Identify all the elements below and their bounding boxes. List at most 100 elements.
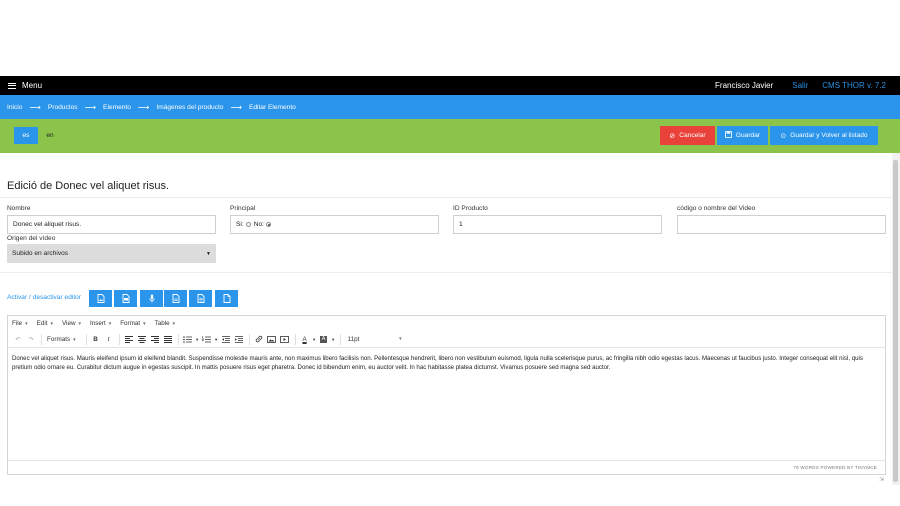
origen-select[interactable]: Subido en archivos ▼ xyxy=(7,244,216,263)
toolbar-divider xyxy=(177,333,179,345)
breadcrumb-productos[interactable]: Productos xyxy=(48,104,78,111)
page-title: Edició de Donec vel aliquet risus. xyxy=(7,180,170,192)
caret-down-icon: ▼ xyxy=(206,250,211,257)
video-code-input[interactable] xyxy=(677,215,886,234)
align-right-icon[interactable] xyxy=(149,333,161,345)
language-tab-en[interactable]: en xyxy=(42,127,58,144)
toolbar-divider xyxy=(118,333,120,345)
numbered-list-dropdown-icon[interactable]: ▼ xyxy=(214,333,219,345)
breadcrumb-imagenes[interactable]: Imágenes del producto xyxy=(156,104,223,111)
save-and-back-button[interactable]: ⊙ Guardar y Volver al listado xyxy=(770,126,878,145)
nombre-label: Nombre xyxy=(7,205,31,212)
editor-menu-edit[interactable]: Edit ▼ xyxy=(37,320,54,327)
id-producto-label: ID Producto xyxy=(453,205,488,212)
breadcrumb-editar: Editar Elemento xyxy=(248,103,296,111)
arrow-right-icon: ⟶ xyxy=(137,102,150,112)
principal-no-radio[interactable] xyxy=(265,222,271,227)
toolbar-divider xyxy=(294,333,296,345)
top-navbar-right: Francisco Javier Salir CMS THOR v. 7.2 xyxy=(715,81,892,90)
pdf-file-icon xyxy=(172,294,179,303)
logout-link[interactable]: Salir xyxy=(792,81,808,90)
file-icon-button[interactable] xyxy=(215,290,238,307)
chevron-down-icon: ▼ xyxy=(398,335,403,341)
save-button[interactable]: Guardar xyxy=(717,126,768,145)
save-label: Guardar xyxy=(735,132,761,139)
toolbar-divider xyxy=(41,333,42,345)
indent-icon[interactable] xyxy=(233,333,245,345)
circle-dot-icon: ⊙ xyxy=(780,132,787,140)
text-file-icon xyxy=(197,294,204,303)
background-color-icon[interactable]: A xyxy=(318,333,330,345)
editor-menu-insert[interactable]: Insert ▼ xyxy=(90,320,112,327)
editor-menu-file[interactable]: File ▼ xyxy=(12,320,29,327)
align-left-icon[interactable] xyxy=(123,333,135,345)
italic-icon[interactable]: I xyxy=(103,333,115,345)
editor-menu-view[interactable]: View ▼ xyxy=(62,320,82,327)
save-and-back-label: Guardar y Volver al listado xyxy=(790,132,868,139)
origen-select-value: Subido en archivos xyxy=(12,250,69,257)
image-file-icon xyxy=(97,294,104,303)
bullet-list-icon[interactable] xyxy=(182,333,194,345)
file-icon xyxy=(223,294,230,303)
outdent-icon[interactable] xyxy=(220,333,232,345)
rich-text-editor: File ▼ Edit ▼ View ▼ Insert ▼ Format ▼ Table ▼… xyxy=(7,315,886,475)
principal-si-label: Si: xyxy=(236,221,244,228)
breadcrumb-inicio[interactable]: Inicio xyxy=(7,104,22,111)
microphone-icon xyxy=(148,294,155,303)
text-file-icon-button[interactable] xyxy=(189,290,212,307)
editor-menu-table[interactable]: Table ▼ xyxy=(155,320,177,327)
align-center-icon[interactable] xyxy=(136,333,148,345)
id-producto-input[interactable]: 1 xyxy=(453,215,662,234)
align-justify-icon[interactable] xyxy=(162,333,174,345)
formats-dropdown[interactable]: Formats ▼ xyxy=(47,336,77,343)
page-scrollbar-thumb[interactable] xyxy=(893,160,898,482)
cancel-icon: ⊘ xyxy=(669,132,676,140)
principal-si-radio[interactable] xyxy=(245,222,251,227)
editor-menubar: File ▼ Edit ▼ View ▼ Insert ▼ Format ▼ Table ▼ xyxy=(8,316,885,331)
arrow-right-icon: ⟶ xyxy=(230,102,242,112)
nombre-input[interactable]: Donec vel aliquet risus. xyxy=(7,215,216,234)
link-icon[interactable] xyxy=(253,333,265,345)
floppy-icon xyxy=(725,131,732,140)
arrow-right-icon: ⟶ xyxy=(29,102,41,112)
principal-radio-group: Si: No: xyxy=(230,215,439,234)
toggle-editor-link[interactable]: Activar / desactivar editor xyxy=(7,294,81,301)
text-color-icon[interactable]: A xyxy=(299,333,311,345)
font-size-value: 11pt xyxy=(347,335,360,343)
cancel-button[interactable]: ⊘ Cancelar xyxy=(660,126,715,145)
user-name: Francisco Javier xyxy=(715,81,774,90)
redo-icon[interactable]: ↷ xyxy=(25,333,37,345)
media-icon[interactable] xyxy=(279,333,291,345)
divider xyxy=(0,197,892,198)
language-tab-es[interactable]: es xyxy=(14,127,38,144)
bullet-list-dropdown-icon[interactable]: ▼ xyxy=(195,333,200,345)
hamburger-icon xyxy=(8,82,16,89)
toolbar-divider xyxy=(248,333,250,345)
text-color-dropdown-icon[interactable]: ▼ xyxy=(312,333,317,345)
video-file-icon-button[interactable] xyxy=(114,290,137,307)
origen-label: Origen del vídeo xyxy=(7,235,56,242)
cancel-label: Cancelar xyxy=(679,132,706,139)
menu-button[interactable]: Menu xyxy=(8,81,42,90)
menu-label: Menu xyxy=(22,81,43,90)
pdf-file-icon-button[interactable] xyxy=(164,290,187,307)
editor-statusbar: 76 WORDS POWERED BY TINYMCE xyxy=(8,460,885,474)
numbered-list-icon[interactable] xyxy=(201,333,213,345)
undo-icon[interactable]: ↶ xyxy=(12,333,24,345)
editor-menu-format[interactable]: Format ▼ xyxy=(120,320,146,327)
divider xyxy=(0,272,892,273)
font-size-select[interactable]: 11pt ▼ xyxy=(348,336,403,343)
image-icon[interactable] xyxy=(266,333,278,345)
bold-icon[interactable]: B xyxy=(90,333,102,345)
background-color-dropdown-icon[interactable]: ▼ xyxy=(331,333,336,345)
microphone-icon-button[interactable] xyxy=(140,290,163,307)
resize-handle-icon[interactable]: ⇲ xyxy=(879,476,884,483)
image-file-icon-button[interactable] xyxy=(89,290,112,307)
editor-content[interactable]: Donec vel aliquet risus. Mauris eleifend… xyxy=(12,354,878,372)
toolbar-divider xyxy=(85,333,87,345)
breadcrumb: Inicio ⟶ Productos ⟶ Elemento ⟶ Imágenes… xyxy=(0,95,900,119)
video-file-icon xyxy=(122,294,129,303)
principal-label: Principal xyxy=(230,205,256,212)
principal-no-label: No: xyxy=(253,221,264,228)
breadcrumb-elemento[interactable]: Elemento xyxy=(103,104,131,111)
